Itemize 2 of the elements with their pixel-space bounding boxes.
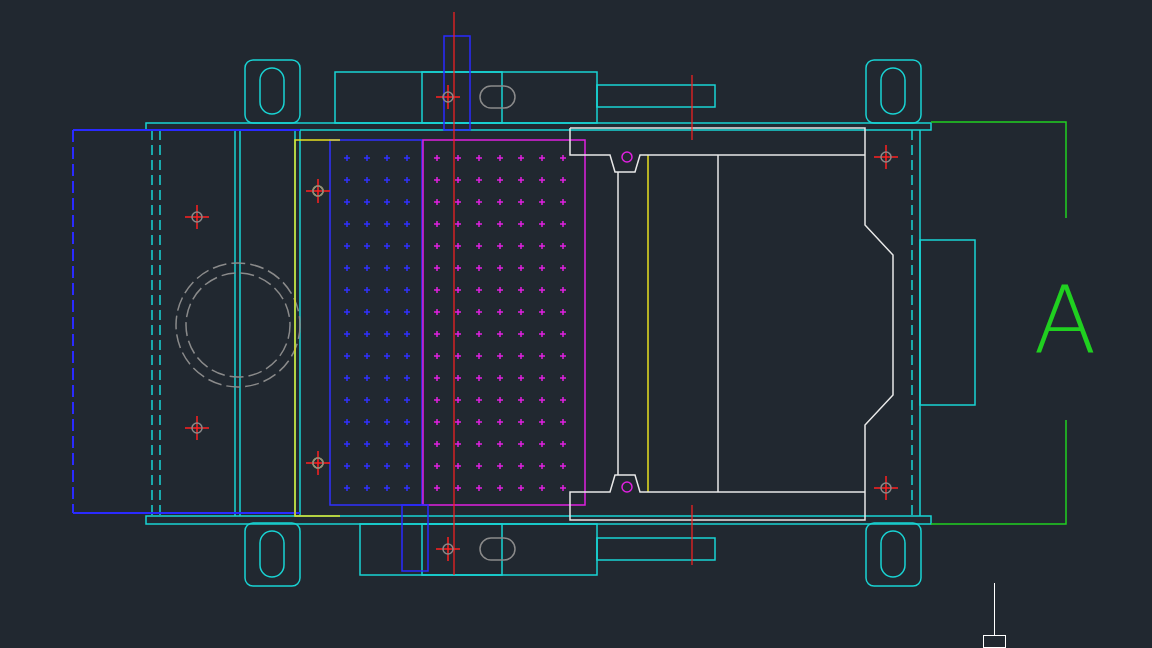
section-label: A bbox=[1033, 267, 1097, 374]
crosshair-cursor-icon bbox=[983, 582, 1006, 648]
